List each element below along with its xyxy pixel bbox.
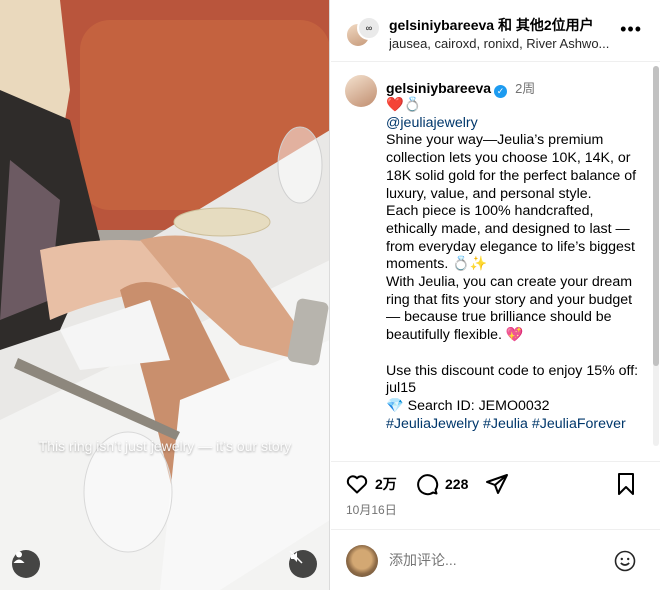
comment-button[interactable]: 228 xyxy=(415,472,468,496)
avatar[interactable] xyxy=(345,75,377,107)
header-subtitle[interactable]: jausea, cairoxd, ronixd, River Ashwo... xyxy=(389,36,619,51)
caption-paragraph: Each piece is 100% handcrafted, ethicall… xyxy=(386,203,635,273)
post-media[interactable]: This ring isn’t just jewelry — it’s our … xyxy=(0,0,330,590)
share-button[interactable] xyxy=(485,472,515,496)
emoji-icon xyxy=(614,550,636,572)
caption-paragraph: With Jeulia, you can create your dream r… xyxy=(386,274,633,344)
comment-input[interactable] xyxy=(389,552,589,568)
hashtag-links[interactable]: #JeuliaJewelry #Jeulia #JeuliaForever xyxy=(386,416,648,434)
search-id: 💎 Search ID: JEMO0032 xyxy=(386,397,550,414)
like-button[interactable]: 2万 xyxy=(345,472,397,496)
action-bar: 2万 228 xyxy=(331,461,660,503)
scroll-thumb[interactable] xyxy=(653,66,659,366)
comment-count: 228 xyxy=(445,476,469,492)
comment-icon xyxy=(417,474,439,496)
post-details-panel: ∞ gelsiniybareeva 和 其他2位用户 jausea, cairo… xyxy=(331,0,660,590)
post-date: 10月16日 xyxy=(346,503,397,517)
mention-link[interactable]: @jeuliajewelry xyxy=(386,115,648,133)
post-photo xyxy=(0,0,329,590)
mute-button[interactable] xyxy=(289,550,317,578)
scrollbar[interactable] xyxy=(653,66,659,446)
bookmark-icon xyxy=(618,473,634,495)
user-icon xyxy=(13,551,25,563)
caption-time: 2周 xyxy=(515,81,536,96)
comment-bar xyxy=(331,529,660,590)
caption-header: gelsiniybareeva ✓ 2周 xyxy=(386,78,535,98)
media-overlay-text: This ring isn’t just jewelry — it’s our … xyxy=(38,438,292,454)
speaker-muted-icon xyxy=(289,550,303,564)
share-icon xyxy=(486,474,508,494)
caption-text: ❤️💍 @jeuliajewelry Shine your way—Jeulia… xyxy=(386,97,648,433)
caption-paragraph: Use this discount code to enjoy 15% off:… xyxy=(386,362,639,397)
like-count: 2万 xyxy=(375,476,397,492)
post-header: ∞ gelsiniybareeva 和 其他2位用户 jausea, cairo… xyxy=(331,0,660,62)
collab-avatars[interactable]: ∞ xyxy=(345,16,381,52)
heart-icon xyxy=(346,475,368,494)
caption-emoji-line: ❤️💍 xyxy=(386,97,422,113)
more-options-button[interactable]: ••• xyxy=(620,20,642,38)
emoji-button[interactable] xyxy=(614,550,636,577)
caption-area: gelsiniybareeva ✓ 2周 ❤️💍 @jeuliajewelry Sh… xyxy=(331,63,660,461)
caption-paragraph: Shine your way—Jeulia’s premium collecti… xyxy=(386,132,637,202)
caption-username[interactable]: gelsiniybareeva xyxy=(386,80,491,96)
avatar xyxy=(346,545,378,577)
save-button[interactable] xyxy=(616,472,642,496)
avatar: ∞ xyxy=(357,16,381,40)
header-title[interactable]: gelsiniybareeva 和 其他2位用户 xyxy=(389,15,594,35)
tagged-users-button[interactable] xyxy=(12,550,40,578)
